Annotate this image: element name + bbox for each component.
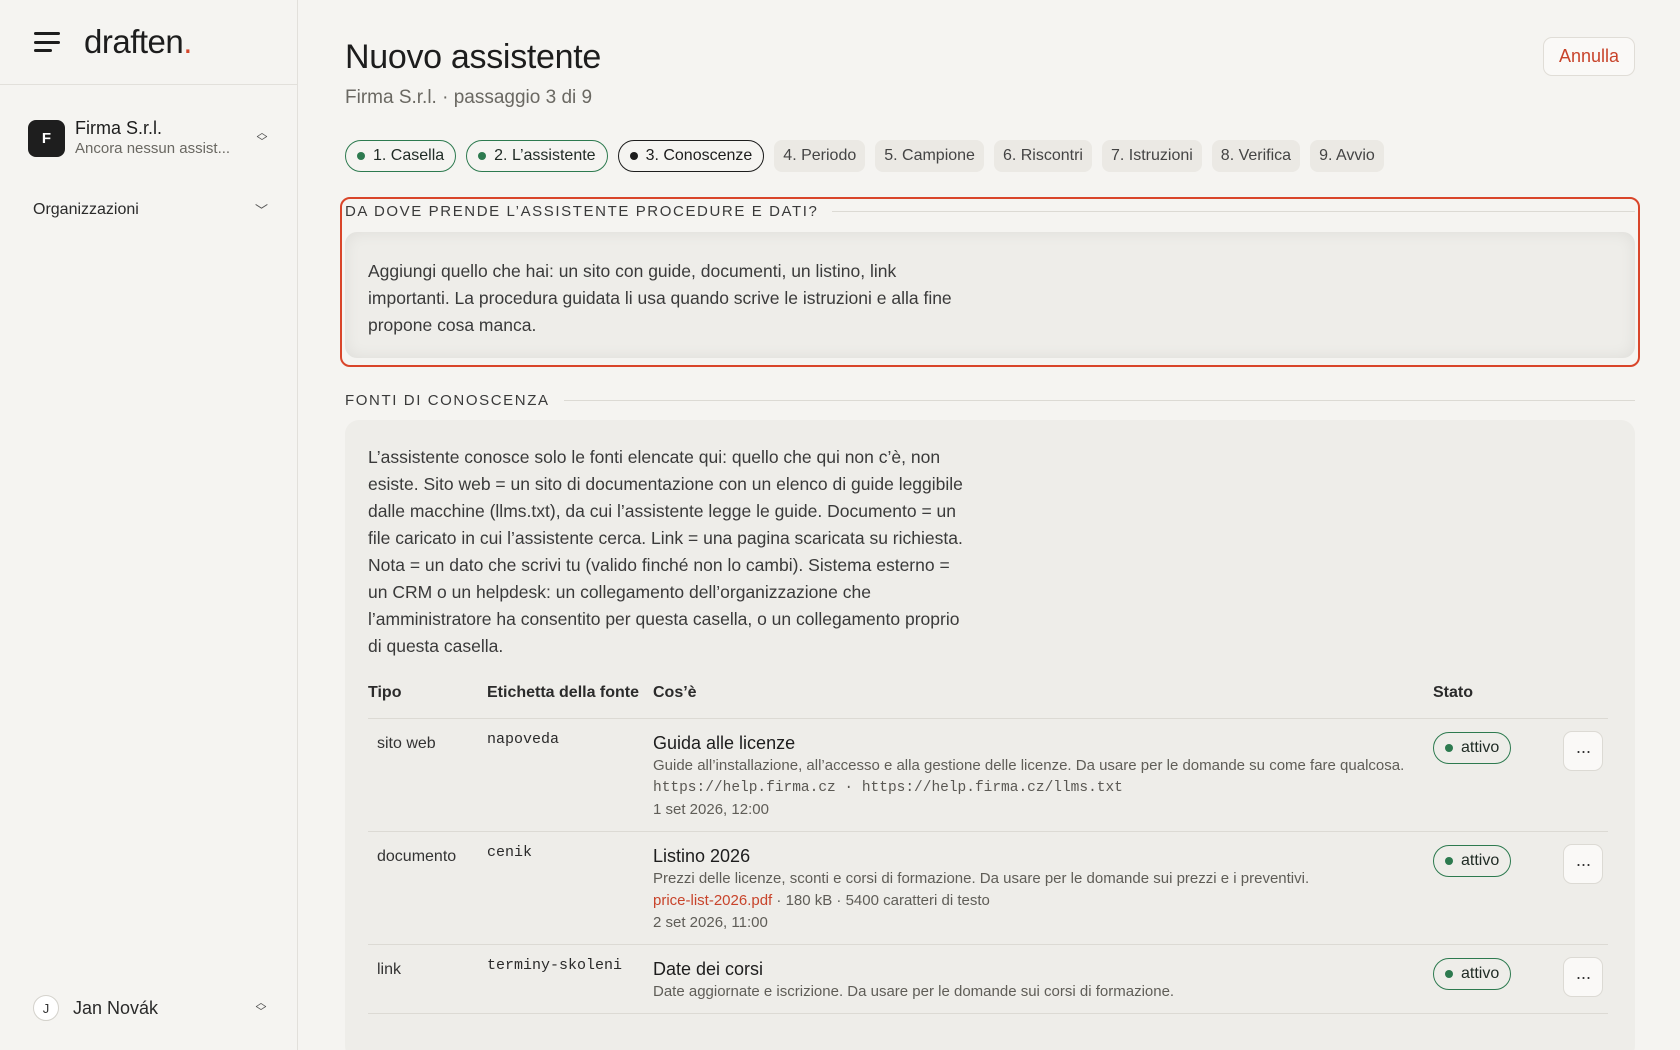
column-header-what: Cos’è [653, 682, 1433, 719]
brand-bar: draften. [0, 0, 297, 85]
source-label: terminy-skoleni [487, 944, 653, 1014]
step-verifica[interactable]: 8. Verifica [1211, 140, 1301, 172]
menu-icon[interactable] [34, 32, 60, 52]
status-dot [1445, 744, 1453, 752]
wizard-steps: 1. Casella 2. L’assistente 3. Conoscenze… [345, 140, 1384, 172]
user-menu[interactable]: J Jan Novák ︿ ﹀ [33, 995, 271, 1021]
source-name: Guida alle licenze [653, 733, 796, 753]
source-name: Listino 2026 [653, 846, 751, 866]
source-description: Prezzi delle licenze, sconti e corsi di … [653, 870, 1310, 887]
source-name: Date dei corsi [653, 959, 764, 979]
sidebar: draften. F Firma S.r.l. Ancora nessun as… [0, 0, 298, 1050]
table-row: link terminy-skoleni Date dei corsi Date… [368, 944, 1608, 1014]
source-description: Guide all’installazione, all’accesso e a… [653, 757, 1405, 774]
column-header-state: Stato [1433, 682, 1563, 719]
section-where-panel: Aggiungi quello che hai: un sito con gui… [345, 232, 1635, 358]
source-description: Date aggiornate e iscrizione. Da usare p… [653, 983, 1175, 1000]
section-sources-header: FONTI DI CONOSCENZA [345, 389, 1635, 411]
step-periodo[interactable]: 4. Periodo [774, 140, 866, 172]
main-content: Nuovo assistente Firma S.r.l. · passaggi… [340, 0, 1640, 1050]
section-title: FONTI DI CONOSCENZA [345, 391, 550, 409]
step-conoscenze[interactable]: 3. Conoscenze [617, 140, 765, 172]
step-istruzioni[interactable]: 7. Istruzioni [1101, 140, 1202, 172]
source-type: documento [377, 848, 457, 865]
status-dot [629, 152, 638, 160]
file-link[interactable]: price-list-2026.pdf [653, 892, 772, 909]
section-where-header: DA DOVE PRENDE L’ASSISTENTE PROCEDURE E … [345, 200, 1635, 222]
org-name: Firma S.r.l. [75, 118, 163, 138]
source-date: 2 set 2026, 11:00 [653, 914, 768, 931]
status-dot [1445, 970, 1453, 978]
table-header-row: Tipo Etichetta della fonte Cos’è Stato [368, 682, 1608, 719]
step-avvio[interactable]: 9. Avvio [1310, 140, 1384, 172]
sources-panel: L’assistente conosce solo le fonti elenc… [345, 420, 1635, 1050]
source-type: sito web [377, 735, 436, 752]
step-riscontri[interactable]: 6. Riscontri [993, 140, 1092, 172]
step-campione[interactable]: 5. Campione [875, 140, 984, 172]
source-label: cenik [487, 831, 653, 945]
chevron-up-down-icon: ︿ ﹀ [256, 127, 268, 148]
avatar: J [33, 995, 59, 1021]
column-header-actions [1563, 682, 1608, 719]
divider [832, 210, 1635, 212]
status-badge: attivo [1433, 732, 1512, 764]
section-where-text: Aggiungi quello che hai: un sito con gui… [368, 261, 952, 335]
sources-intro-text: L’assistente conosce solo le fonti elenc… [368, 447, 963, 656]
divider [563, 399, 1635, 401]
table-row: documento cenik Listino 2026 Prezzi dell… [368, 831, 1608, 945]
column-header-type: Tipo [368, 682, 487, 719]
page-subtitle: Firma S.r.l. · passaggio 3 di 9 [345, 87, 593, 108]
more-options-icon[interactable]: ··· [1563, 844, 1603, 884]
more-options-icon[interactable]: ··· [1563, 957, 1603, 997]
page-title: Nuovo assistente [345, 38, 602, 76]
org-avatar: F [28, 119, 65, 157]
status-dot [1445, 857, 1453, 865]
status-badge: attivo [1433, 958, 1512, 990]
source-type: link [377, 961, 402, 978]
logo[interactable]: draften. [84, 23, 192, 61]
step-casella[interactable]: 1. Casella [345, 140, 457, 172]
chevron-up-down-icon: ︿ ﹀ [255, 997, 267, 1018]
table-row: sito web napoveda Guida alle licenze Gui… [368, 718, 1608, 832]
cancel-button[interactable]: Annulla [1542, 37, 1635, 76]
user-name: Jan Novák [73, 997, 159, 1018]
status-dot [357, 152, 365, 160]
org-text: Firma S.r.l. Ancora nessun assist... [75, 117, 252, 159]
source-file-info: price-list-2026.pdf · 180 kB · 5400 cara… [653, 892, 990, 909]
status-dot [478, 152, 487, 160]
source-label: napoveda [487, 718, 653, 832]
column-header-label: Etichetta della fonte [487, 682, 653, 719]
source-date: 1 set 2026, 12:00 [653, 801, 769, 818]
sidebar-item-organizations[interactable]: Organizzazioni ﹀ [33, 200, 268, 219]
organizations-label: Organizzazioni [33, 200, 139, 218]
section-title: DA DOVE PRENDE L’ASSISTENTE PROCEDURE E … [345, 202, 819, 220]
source-urls: https://help.firma.cz · https://help.fir… [653, 780, 1123, 796]
sources-table: Tipo Etichetta della fonte Cos’è Stato s… [368, 682, 1608, 1014]
step-assistente[interactable]: 2. L’assistente [466, 140, 608, 172]
status-badge: attivo [1433, 845, 1512, 877]
org-switcher[interactable]: F Firma S.r.l. Ancora nessun assist... ︿… [28, 110, 272, 166]
more-options-icon[interactable]: ··· [1563, 731, 1603, 771]
org-subtitle: Ancora nessun assist... [75, 140, 231, 157]
chevron-down-icon: ﹀ [254, 203, 268, 218]
